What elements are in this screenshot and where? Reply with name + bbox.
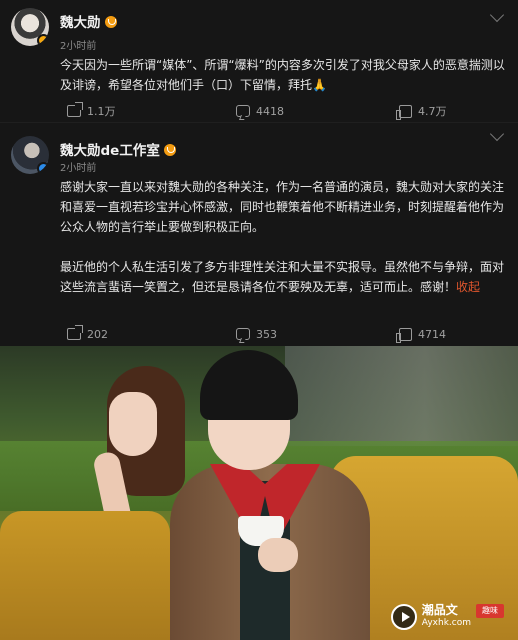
share-icon	[67, 102, 83, 117]
share-count: 202	[87, 327, 108, 341]
author-name-text: 魏大勋	[60, 15, 101, 31]
weibo-post-1: 魏大勋 2小时前 今天因为一些所谓“媒体”、所谓“爆料”的内容多次引发了对我父母…	[0, 0, 518, 122]
action-bar: 202 353 4714	[0, 325, 518, 343]
photo-man-hand	[258, 538, 298, 572]
post-text: 今天因为一些所谓“媒体”、所谓“爆料”的内容多次引发了对我父母家人的恶意揣测以及…	[60, 55, 506, 95]
watermark-text: 潮品文 Ayxhk.com	[422, 604, 471, 630]
post-text: 感谢大家一直以来对魏大勋的各种关注，作为一名普通的演员，魏大勋对大家的关注和喜爱…	[60, 177, 506, 297]
like-button[interactable]: 4.7万	[396, 102, 447, 120]
action-bar: 1.1万 4418 4.7万	[0, 102, 518, 120]
avatar[interactable]	[11, 8, 49, 46]
post-paragraph: 感谢大家一直以来对魏大勋的各种关注，作为一名普通的演员，魏大勋对大家的关注和喜爱…	[60, 180, 505, 234]
vip-badge-icon	[104, 16, 117, 28]
post-paragraph: 今天因为一些所谓“媒体”、所谓“爆料”的内容多次引发了对我父母家人的恶意揣测以及…	[60, 58, 505, 92]
play-icon	[390, 604, 417, 630]
comment-button[interactable]: 353	[236, 325, 277, 343]
more-chevron-icon[interactable]	[489, 7, 505, 23]
avatar[interactable]	[11, 136, 49, 174]
photo-sofa-left	[0, 511, 170, 640]
comment-icon	[236, 328, 250, 340]
vip-badge-icon	[163, 144, 176, 156]
watermark: 潮品文 Ayxhk.com 趣味	[390, 600, 504, 634]
post-paragraph: 最近他的个人私生活引发了多方非理性关注和大量不实报导。虽然他不与争辩，面对这些流…	[60, 257, 506, 297]
like-count: 4714	[418, 327, 446, 341]
author-name[interactable]: 魏大勋	[60, 11, 117, 31]
like-button[interactable]: 4714	[396, 325, 446, 343]
author-name[interactable]: 魏大勋de工作室	[60, 139, 176, 159]
comment-count: 4418	[256, 104, 284, 118]
share-button[interactable]: 1.1万	[67, 102, 116, 120]
post-paragraph-text: 最近他的个人私生活引发了多方非理性关注和大量不实报导。虽然他不与争辩，面对这些流…	[60, 260, 505, 294]
share-count: 1.1万	[87, 105, 116, 118]
share-icon	[67, 325, 83, 340]
comment-icon	[236, 105, 250, 117]
post-time: 2小时前	[60, 41, 97, 52]
share-button[interactable]: 202	[67, 325, 108, 343]
like-icon	[396, 104, 412, 120]
watermark-seal: 趣味	[476, 604, 504, 618]
watermark-title: 潮品文	[421, 603, 458, 617]
verified-badge-icon	[37, 34, 49, 46]
photo-man	[170, 346, 380, 640]
like-count: 4.7万	[418, 105, 447, 118]
photo-woman-face	[109, 392, 157, 456]
photo-image: 潮品文 Ayxhk.com 趣味	[0, 346, 518, 640]
like-icon	[396, 327, 412, 343]
photo-man-hair	[200, 350, 298, 420]
verified-badge-icon	[37, 162, 49, 174]
weibo-post-2: 魏大勋de工作室 2小时前 感谢大家一直以来对魏大勋的各种关注，作为一名普通的演…	[0, 122, 518, 346]
more-chevron-icon[interactable]	[489, 126, 505, 142]
post-time: 2小时前	[60, 163, 97, 174]
comment-count: 353	[256, 327, 277, 341]
comment-button[interactable]: 4418	[236, 102, 284, 120]
collapse-link[interactable]: 收起	[456, 280, 480, 294]
watermark-url: Ayxhk.com	[421, 618, 471, 628]
author-name-text: 魏大勋de工作室	[60, 143, 160, 159]
